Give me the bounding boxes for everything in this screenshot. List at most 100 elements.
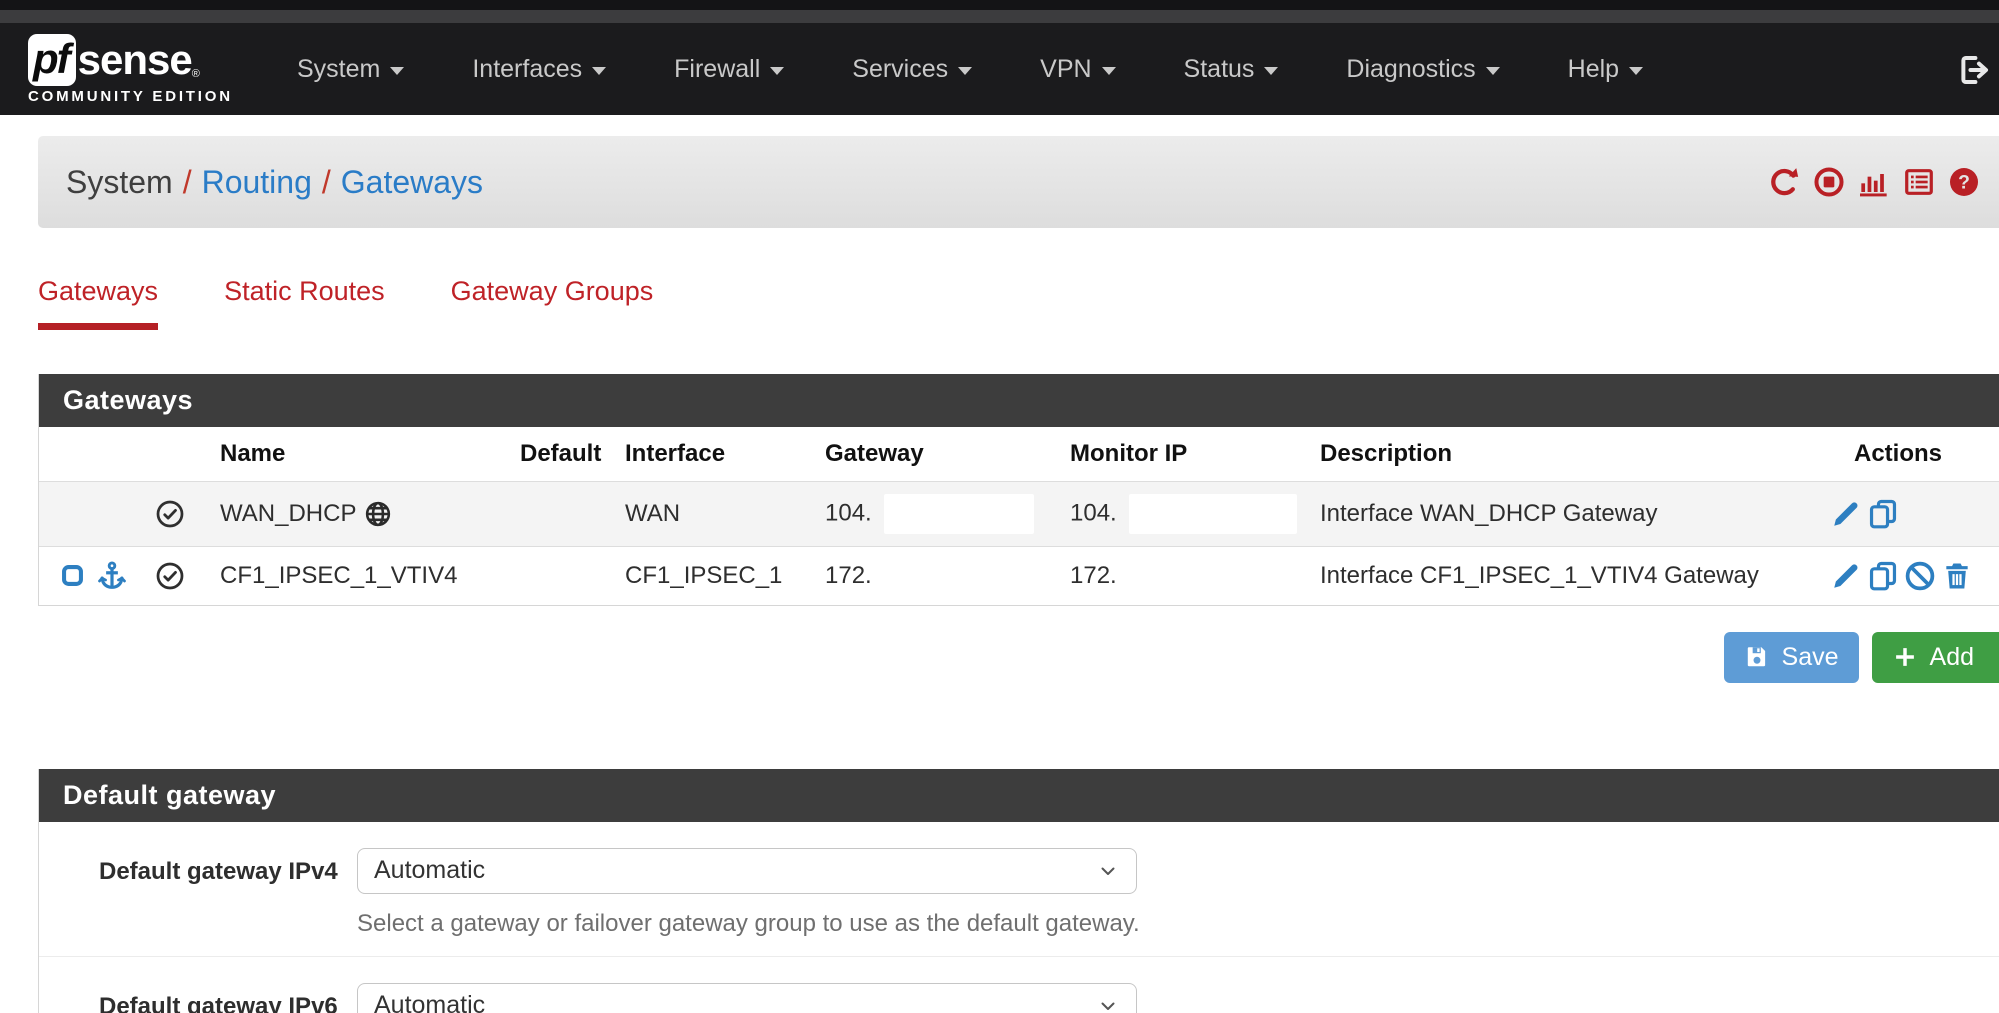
stop-circle-icon[interactable] [1813,166,1845,198]
refresh-icon[interactable] [1768,166,1800,198]
monitor-ip: 172. [1070,562,1117,589]
logo-edition-text: COMMUNITY EDITION [28,88,213,105]
chevron-down-icon [592,67,606,75]
save-button-label: Save [1782,643,1839,672]
nav-item-label: VPN [1040,55,1091,84]
nav-item-help[interactable]: Help [1534,55,1677,84]
nav-item-label: Services [852,55,948,84]
main-navbar: pf sense ® COMMUNITY EDITION System Inte… [0,23,1999,115]
log-list-icon[interactable] [1903,166,1935,198]
svg-text:?: ? [1958,173,1970,194]
add-button[interactable]: Add [1872,632,1999,683]
add-button-label: Add [1930,643,1974,672]
chevron-down-icon [1096,859,1120,883]
plus-icon [1892,644,1918,670]
default-gateway-ipv4-select[interactable]: Automatic [357,848,1137,894]
nav-item-status[interactable]: Status [1150,55,1313,84]
tab-static-routes[interactable]: Static Routes [224,276,385,330]
nav-item-vpn[interactable]: VPN [1006,55,1149,84]
delete-icon[interactable] [1941,560,1973,592]
col-spacer [39,427,149,482]
gateway-interface: WAN [619,482,819,547]
copy-icon[interactable] [1867,560,1899,592]
table-row: CF1_IPSEC_1_VTIV4 CF1_IPSEC_1 172. 172. … [39,547,1999,605]
row-left-icons [39,482,149,547]
selected-option: Automatic [374,856,485,885]
breadcrumb-actions: ? [1768,166,1980,198]
page-content: System / Routing / Gateways [38,136,1999,1013]
row-name-cell: WAN_DHCP [214,482,514,547]
row-status [149,547,214,605]
gateway-default [514,482,619,547]
window-title-strip [0,10,1999,23]
row-actions [1824,547,1999,605]
gateway-description: Interface WAN_DHCP Gateway [1314,482,1824,547]
form-control: Automatic Select a gateway or failover g… [357,848,1999,938]
gateways-table: Name Default Interface Gateway Monitor I… [39,427,1999,605]
chevron-down-icon [1486,67,1500,75]
edit-icon[interactable] [1830,560,1862,592]
help-circle-icon[interactable]: ? [1948,166,1980,198]
default-gateway-ipv6-select[interactable]: Automatic [357,983,1137,1013]
row-status [149,482,214,547]
check-circle-icon [155,561,185,591]
form-row-ipv4: Default gateway IPv4 Automatic Select a … [39,822,1999,957]
table-header-row: Name Default Interface Gateway Monitor I… [39,427,1999,482]
breadcrumb-link-gateways[interactable]: Gateways [341,164,483,201]
gateway-name: CF1_IPSEC_1_VTIV4 [220,562,457,590]
gateway-description: Interface CF1_IPSEC_1_VTIV4 Gateway [1314,547,1824,605]
selected-option: Automatic [374,991,485,1013]
gateway-default [514,547,619,605]
copy-icon[interactable] [1867,498,1899,530]
nav-item-system[interactable]: System [263,55,438,84]
globe-icon [364,500,392,528]
sign-out-icon[interactable] [1957,53,1991,87]
nav-item-services[interactable]: Services [818,55,1006,84]
table-row: WAN_DHCP WAN 104. 104. Inte [39,482,1999,547]
breadcrumb-separator: / [322,164,331,201]
default-gateway-ipv6-label: Default gateway IPv6 [39,983,357,1013]
edit-icon[interactable] [1830,498,1862,530]
breadcrumb-link-routing[interactable]: Routing [202,164,312,201]
pfsense-logo[interactable]: pf sense ® COMMUNITY EDITION [28,34,213,105]
default-gateway-ipv4-label: Default gateway IPv4 [39,848,357,938]
nav-item-label: Help [1568,55,1619,84]
col-actions: Actions [1824,427,1999,482]
square-outline-icon[interactable] [59,562,86,589]
breadcrumb: System / Routing / Gateways [38,136,1999,228]
redaction-box [884,494,1034,534]
tab-gateways[interactable]: Gateways [38,276,158,330]
monitor-ip-cell: 104. [1064,482,1314,547]
anchor-icon[interactable] [96,560,128,592]
chevron-down-icon [1102,67,1116,75]
monitor-ip: 104. [1070,499,1117,526]
gateway-address: 172. [825,562,872,589]
breadcrumb-system: System [66,164,173,201]
nav-item-label: Interfaces [472,55,582,84]
nav-item-interfaces[interactable]: Interfaces [438,55,640,84]
chevron-down-icon [958,67,972,75]
col-interface: Interface [619,427,819,482]
col-description: Description [1314,427,1824,482]
check-circle-icon [155,499,185,529]
row-name-cell: CF1_IPSEC_1_VTIV4 [214,547,514,605]
nav-item-label: Status [1184,55,1255,84]
ban-icon[interactable] [1904,560,1936,592]
logo-registered-mark: ® [192,68,200,80]
gateways-panel: Gateways Name Default Interface Gateway … [38,374,1999,606]
nav-item-firewall[interactable]: Firewall [640,55,818,84]
save-button[interactable]: Save [1724,632,1859,683]
row-left-icons [39,547,149,605]
logo-pf-text: pf [33,35,69,82]
tab-gateway-groups[interactable]: Gateway Groups [451,276,654,330]
chevron-down-icon [1629,67,1643,75]
col-monitor-ip: Monitor IP [1064,427,1314,482]
default-gateway-panel-title: Default gateway [39,769,1999,822]
chevron-down-icon [1096,994,1120,1013]
bar-chart-icon[interactable] [1858,166,1890,198]
save-icon [1744,644,1770,670]
logo-pf-box: pf [28,34,76,86]
nav-item-label: System [297,55,380,84]
nav-item-diagnostics[interactable]: Diagnostics [1312,55,1533,84]
nav-item-label: Firewall [674,55,760,84]
